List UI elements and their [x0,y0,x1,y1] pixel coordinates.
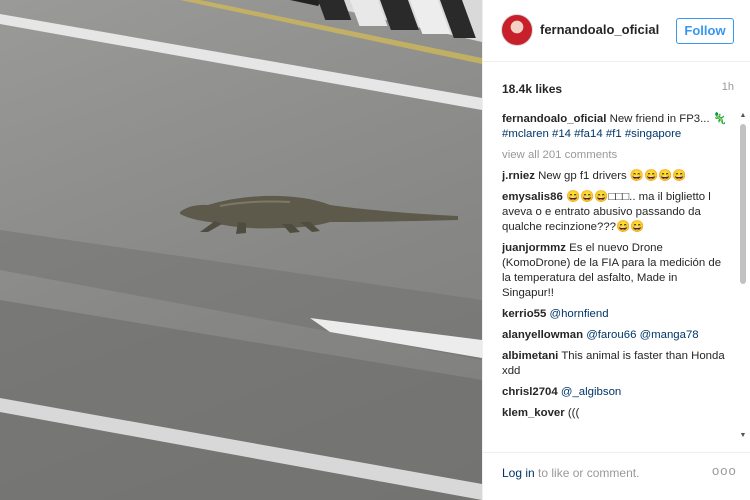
comment-row: emysalis86 😄😄😄□□□.. ma il biglietto l av… [502,190,727,235]
caption-username[interactable]: fernandoalo_oficial [502,113,606,125]
comment-row: kerrio55 @hornfiend [502,307,727,322]
view-all-comments-link[interactable]: view all 201 comments [502,148,727,163]
road-lizard-image [0,0,482,500]
comment-username[interactable]: kerrio55 [502,308,546,320]
comments-scrollbar[interactable]: ▲ ▼ [739,112,747,440]
comment-username[interactable]: albimetani [502,350,558,362]
comment-row: alanyellowman @farou66 @manga78 [502,328,727,343]
comment-mention[interactable]: @hornfiend [550,308,609,320]
post-photo[interactable] [0,0,482,500]
avatar[interactable] [501,14,533,46]
comments-list[interactable]: fernandoalo_oficial New friend in FP3...… [502,112,727,442]
comment-username[interactable]: chrisl2704 [502,386,558,398]
comment-row: klem_kover ((( [502,406,727,421]
scroll-down-icon[interactable]: ▼ [739,432,747,440]
comment-username[interactable]: alanyellowman [502,329,583,341]
comment-username[interactable]: klem_kover [502,407,565,419]
login-prompt: Log in to like or comment. [502,466,639,480]
more-options-icon[interactable]: ooo [712,463,737,478]
follow-button[interactable]: Follow [676,18,734,44]
comment-username[interactable]: j.rniez [502,170,535,182]
caption-hashtags[interactable]: #mclaren #14 #fa14 #f1 #singapore [502,128,681,140]
comment-text: ((( [567,407,580,419]
post-side-panel: fernandoalo_oficial Follow 18.4k likes 1… [482,0,750,500]
likes-count[interactable]: 18.4k likes [502,82,562,96]
post-username[interactable]: fernandoalo_oficial [540,22,659,37]
scroll-up-icon[interactable]: ▲ [739,112,747,120]
comment-mention[interactable]: @farou66 @manga78 [586,329,698,341]
comment-row: chrisl2704 @_algibson [502,385,727,400]
caption: fernandoalo_oficial New friend in FP3...… [502,112,727,142]
comment-row: j.rniez New gp f1 drivers 😄😄😄😄 [502,169,727,184]
login-prompt-text: to like or comment. [534,466,640,480]
post-header: fernandoalo_oficial Follow [483,0,750,62]
comment-text: New gp f1 drivers 😄😄😄😄 [538,170,687,182]
login-link[interactable]: Log in [502,466,535,480]
scroll-thumb[interactable] [740,124,746,284]
comment-row: juanjormmz Es el nuevo Drone (KomoDrone)… [502,241,727,301]
likes-row: 18.4k likes 1h [502,80,734,98]
comment-mention[interactable]: @_algibson [561,386,621,398]
comment-username[interactable]: emysalis86 [502,191,563,203]
caption-text: New friend in FP3... 🦎 [609,113,727,125]
comment-username[interactable]: juanjormmz [502,242,566,254]
post-time[interactable]: 1h [722,81,734,93]
lizard [180,195,458,234]
post-footer: Log in to like or comment. ooo [483,452,750,500]
comment-row: albimetani This animal is faster than Ho… [502,349,727,379]
